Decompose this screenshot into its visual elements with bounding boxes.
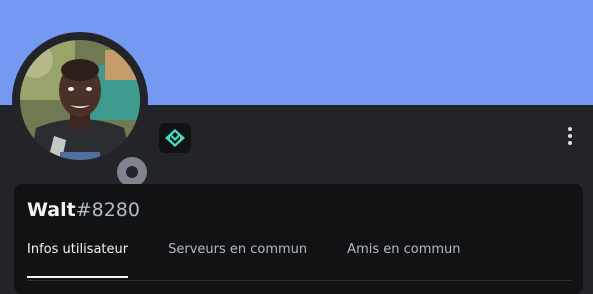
hypesquad-balance-icon[interactable] — [159, 123, 191, 153]
more-vertical-icon — [568, 127, 572, 131]
username: Walt — [27, 199, 76, 221]
profile-name: Walt#8280 — [27, 198, 140, 222]
tab-user-info[interactable]: Infos utilisateur — [27, 240, 129, 278]
profile-tabs: Infos utilisateur Serveurs en commun Ami… — [27, 240, 501, 278]
discriminator: #8280 — [75, 199, 140, 221]
tab-mutual-friends[interactable]: Amis en commun — [347, 240, 460, 278]
tabs-divider — [27, 280, 571, 281]
tab-mutual-servers[interactable]: Serveurs en commun — [168, 240, 307, 278]
offline-status-icon — [117, 157, 147, 187]
avatar[interactable] — [20, 40, 140, 160]
profile-info-card: Walt#8280 Infos utilisateur Serveurs en … — [14, 184, 583, 294]
more-options-button[interactable] — [556, 122, 584, 150]
avatar-image — [20, 40, 140, 160]
avatar-frame — [12, 32, 152, 192]
badge-glyph — [165, 129, 185, 147]
